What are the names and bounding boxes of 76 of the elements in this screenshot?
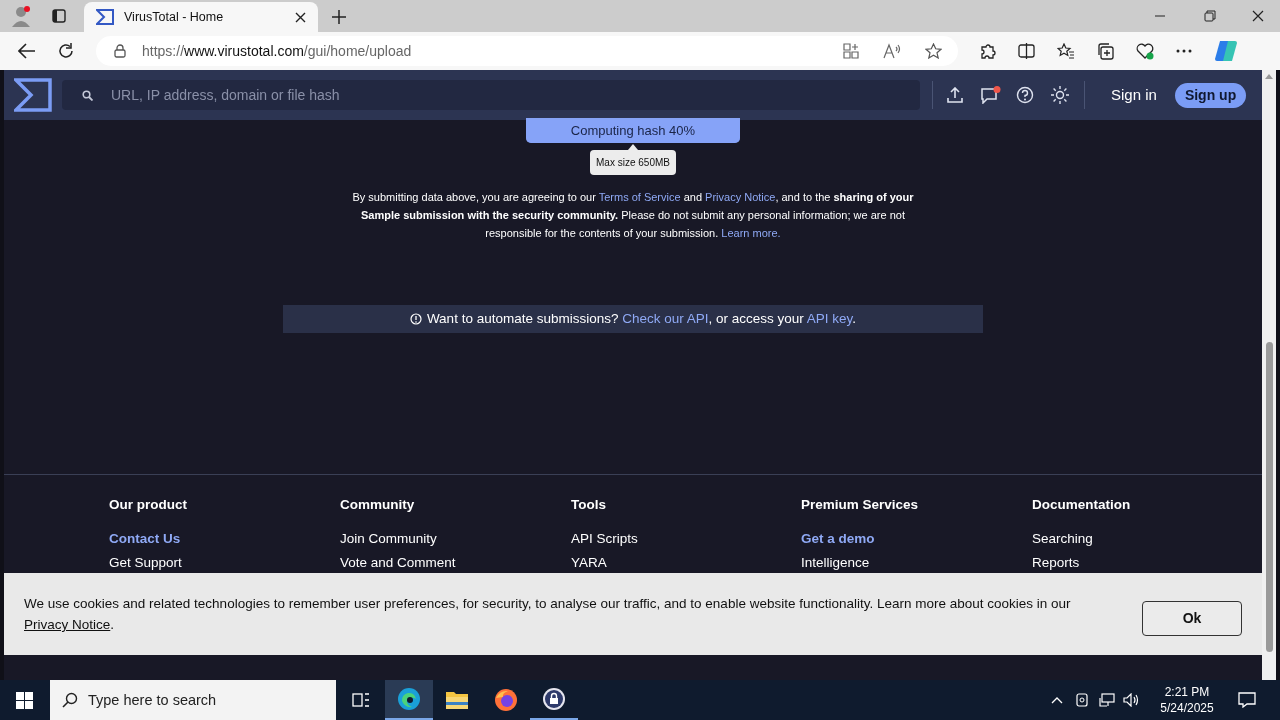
split-screen-icon[interactable] bbox=[1018, 43, 1035, 59]
notifications-icon[interactable] bbox=[1238, 692, 1256, 708]
disclaimer-text: By submitting data above, you are agreeing to our Terms of Service and Privacy Notice, and to the sharing of your Sample submission with the security community. Please do not submit any personal information; we are not responsible for the contents of your submission. Learn more. bbox=[351, 190, 915, 241]
footer-link[interactable]: Searching bbox=[1032, 527, 1093, 551]
folder-icon[interactable] bbox=[445, 690, 469, 710]
browser-tab[interactable]: VirusTotal - Home bbox=[84, 2, 318, 32]
favorites-list-icon[interactable] bbox=[1057, 43, 1075, 59]
volume-icon[interactable] bbox=[1123, 693, 1140, 707]
footer-heading: Community bbox=[340, 496, 416, 514]
footer-link[interactable]: Reports bbox=[1032, 551, 1080, 575]
read-aloud-icon[interactable] bbox=[883, 43, 901, 59]
logo-icon[interactable] bbox=[14, 78, 52, 112]
footer-heading: Documentation bbox=[1032, 496, 1132, 514]
progress-button[interactable]: Computing hash 40% bbox=[526, 118, 740, 143]
footer-link[interactable]: Intelligence bbox=[801, 551, 870, 575]
footer-link[interactable]: Contact Us bbox=[109, 527, 181, 551]
sign-up-button[interactable]: Sign up bbox=[1174, 82, 1247, 108]
footer-link[interactable]: Get Support bbox=[109, 551, 182, 575]
footer-heading: Premium Services bbox=[801, 496, 920, 514]
edge-taskbar-button[interactable] bbox=[385, 680, 433, 720]
scrollbar[interactable] bbox=[1262, 70, 1276, 680]
footer-link[interactable]: YARA bbox=[571, 551, 607, 575]
upload-icon[interactable] bbox=[947, 87, 963, 103]
edge-browser-icon bbox=[397, 687, 421, 711]
lock-icon bbox=[114, 44, 126, 58]
sign-in-link[interactable]: Sign in bbox=[1111, 83, 1157, 107]
close-tab-icon[interactable] bbox=[295, 11, 306, 23]
windows-start-icon[interactable] bbox=[16, 691, 33, 709]
task-view-icon[interactable] bbox=[352, 692, 370, 708]
tab-favicon-icon bbox=[96, 9, 114, 25]
url-text: https://www.virustotal.com/gui/home/upload bbox=[142, 41, 412, 61]
search-field[interactable]: URL, IP address, domain or file hash bbox=[62, 80, 920, 110]
chevron-up-icon[interactable] bbox=[1051, 696, 1063, 704]
clock-date[interactable]: 5/24/2025 bbox=[1160, 700, 1214, 716]
more-dots-icon[interactable] bbox=[1176, 49, 1192, 53]
clock-time[interactable]: 2:21 PM bbox=[1164, 684, 1210, 700]
lock-app-icon bbox=[542, 687, 566, 711]
copilot-icon[interactable] bbox=[1214, 39, 1238, 63]
chat-icon[interactable] bbox=[981, 86, 1001, 104]
search-icon bbox=[82, 90, 93, 101]
health-heart-icon[interactable] bbox=[1136, 42, 1154, 60]
close-icon[interactable] bbox=[1252, 10, 1264, 22]
disclaimer-link[interactable]: Learn more. bbox=[721, 227, 781, 239]
ok-button[interactable]: Ok bbox=[1142, 600, 1242, 636]
disclaimer-link[interactable]: Terms of Service bbox=[598, 191, 681, 203]
new-tab-icon[interactable] bbox=[332, 10, 346, 24]
footer-heading: Our product bbox=[109, 496, 188, 514]
collections-icon[interactable] bbox=[1097, 42, 1114, 60]
footer-link[interactable]: Vote and Comment bbox=[340, 551, 456, 575]
footer-heading: Tools bbox=[571, 496, 607, 514]
network-icon[interactable] bbox=[1099, 693, 1115, 707]
back-icon[interactable] bbox=[18, 43, 36, 59]
footer-link[interactable]: Join Community bbox=[340, 527, 437, 551]
privacy-notice-link[interactable]: Privacy Notice bbox=[24, 617, 111, 632]
taskbar-search-field[interactable]: Type here to search bbox=[50, 680, 336, 720]
firefox-icon[interactable] bbox=[494, 688, 518, 712]
profile-icon[interactable] bbox=[12, 5, 32, 27]
theme-sun-icon[interactable] bbox=[1050, 85, 1070, 105]
tab-actions-icon[interactable] bbox=[52, 9, 66, 23]
favorite-star-icon[interactable] bbox=[925, 43, 942, 59]
extensions-puzzle-icon[interactable] bbox=[980, 43, 996, 59]
api-link[interactable]: Check our API bbox=[622, 310, 709, 326]
api-notice-text: Want to automate submissions? Check our API, or access your API key. bbox=[426, 309, 857, 328]
tab-title: VirusTotal - Home bbox=[124, 8, 225, 26]
info-icon bbox=[409, 313, 422, 325]
tooltip: Max size 650MB bbox=[590, 150, 676, 175]
footer-link[interactable]: API Scripts bbox=[571, 527, 638, 551]
restore-icon[interactable] bbox=[1204, 10, 1216, 22]
footer-link[interactable]: Get a demo bbox=[801, 527, 875, 551]
meet-now-icon[interactable] bbox=[1075, 692, 1089, 708]
address-bar[interactable]: https://www.virustotal.com/gui/home/upload bbox=[96, 36, 958, 66]
cookie-message: We use cookies and related technologies to remember user preferences, for security, to analyse our traffic, and to enable website functionality. Learn more about cookies in our Privacy Notice. bbox=[24, 595, 1072, 634]
search-icon bbox=[62, 692, 78, 708]
reload-icon[interactable] bbox=[58, 43, 74, 59]
help-icon[interactable] bbox=[1016, 86, 1034, 104]
app-grid-icon[interactable] bbox=[843, 43, 859, 59]
